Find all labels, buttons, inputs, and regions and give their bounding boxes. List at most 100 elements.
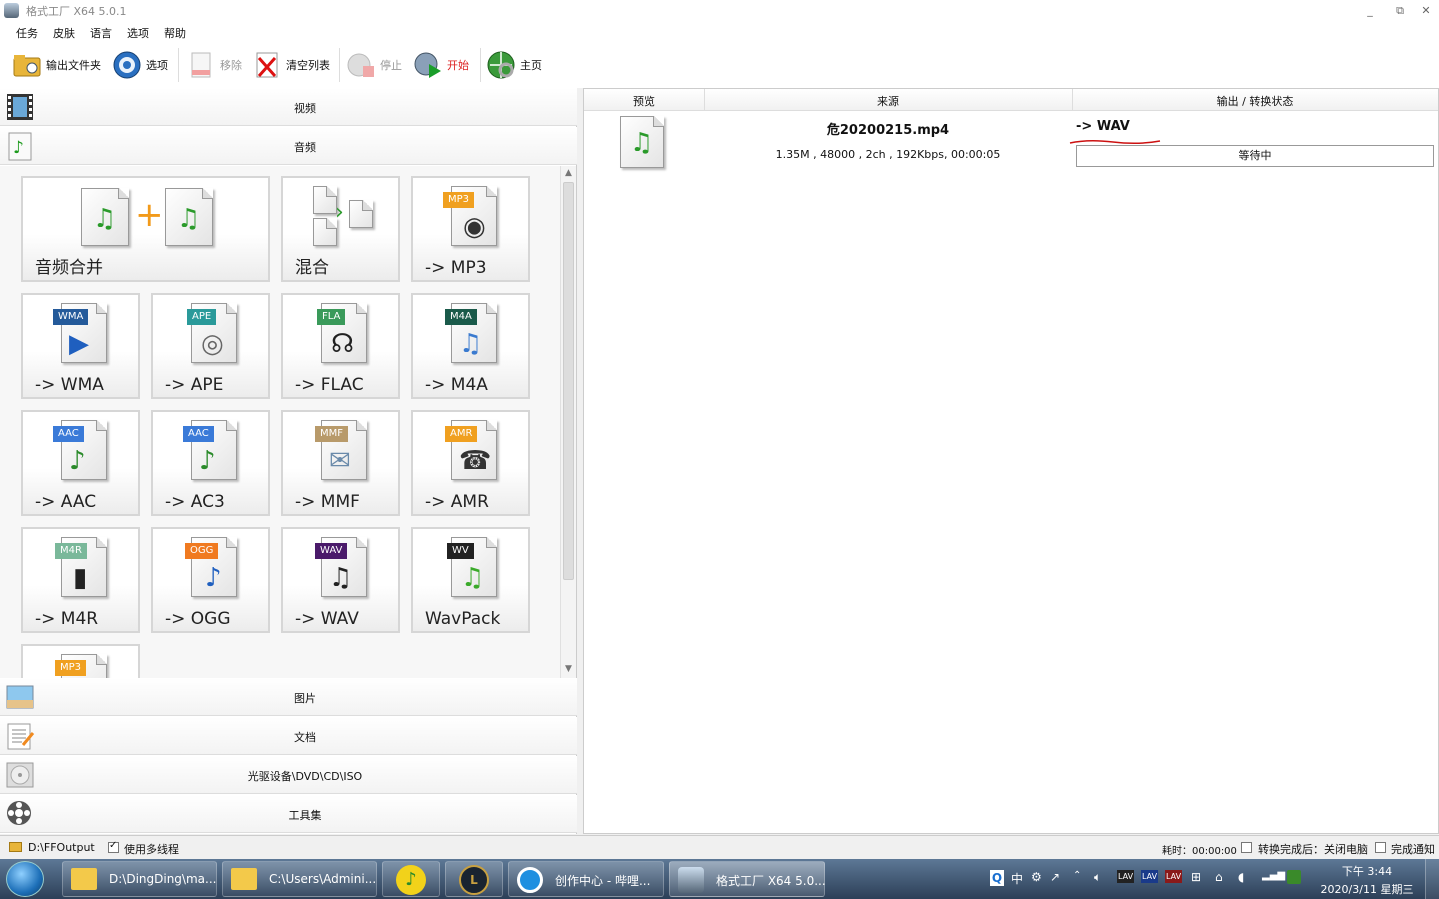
- audio-file-icon: [313, 218, 337, 246]
- start-button[interactable]: 开始: [413, 48, 469, 82]
- taskbar-item-format-factory[interactable]: 格式工厂 X64 5.0...: [669, 861, 826, 897]
- network-signal-icon[interactable]: ▂▄▆: [1262, 870, 1285, 881]
- menu-options[interactable]: 选项: [127, 25, 149, 41]
- tile-m4a[interactable]: M4A ♫ -> M4A: [411, 293, 530, 399]
- show-desktop-button[interactable]: [1425, 859, 1439, 899]
- taskbar-item-browser[interactable]: 创作中心 - 哔哩...: [508, 861, 664, 897]
- nvidia-icon[interactable]: [1287, 870, 1301, 884]
- taskbar: D:\DingDing\ma... C:\Users\Admini... ♪ L…: [0, 859, 1439, 899]
- clear-list-button[interactable]: 清空列表: [252, 48, 330, 82]
- play-circle-icon: ▶: [69, 329, 89, 359]
- scroll-thumb[interactable]: [563, 182, 574, 580]
- category-tools[interactable]: 工具集: [0, 795, 577, 833]
- tile-ape[interactable]: APE ◎ -> APE: [151, 293, 270, 399]
- tile-wma[interactable]: WMA ▶ -> WMA: [21, 293, 140, 399]
- menu-language[interactable]: 语言: [90, 25, 112, 41]
- notify-checkbox[interactable]: [1375, 842, 1386, 853]
- tile-mix[interactable]: › 混合: [281, 176, 400, 282]
- remove-icon: [186, 50, 216, 80]
- category-rom-device[interactable]: 光驱设备\DVD\CD\ISO: [0, 756, 577, 794]
- output-folder-button[interactable]: 输出文件夹: [12, 48, 101, 82]
- lav-audio-icon[interactable]: LAV: [1117, 870, 1135, 883]
- browser-icon: [517, 867, 543, 893]
- tile-aac[interactable]: AAC ♪ -> AAC: [21, 410, 140, 516]
- clock-time[interactable]: 下午 3:44: [1316, 863, 1418, 879]
- stop-button[interactable]: 停止: [346, 48, 402, 82]
- function-panel: 视频 ♪ 音频 ♫ + ♫ 音频合并 › 混合 MP3 ◉ -> MP3 WMA…: [0, 88, 577, 834]
- tiles-scrollbar[interactable]: ▲ ▼: [560, 166, 576, 678]
- category-image[interactable]: 图片: [0, 678, 577, 716]
- lav-video-icon[interactable]: LAV: [1141, 870, 1159, 883]
- tile-m4r[interactable]: M4R ▮ -> M4R: [21, 527, 140, 633]
- merge-arrow-icon: ›: [335, 200, 344, 225]
- usb-device-icon[interactable]: ⌂: [1215, 870, 1223, 884]
- ime-chinese-icon[interactable]: 中: [1011, 870, 1023, 887]
- taskbar-item-users-folder[interactable]: C:\Users\Admini...: [222, 861, 377, 897]
- source-filename: 危20200215.mp4: [826, 123, 950, 138]
- menu-bar: 任务 皮肤 语言 选项 帮助: [0, 22, 1439, 42]
- taskbar-item-game[interactable]: L: [445, 861, 503, 897]
- task-row[interactable]: ♫ 危20200215.mp4 1.35M , 48000 , 2ch , 19…: [584, 113, 1438, 173]
- game-icon: L: [459, 865, 489, 895]
- tile-mmf[interactable]: MMF ✉ -> MMF: [281, 410, 400, 516]
- options-button[interactable]: 选项: [112, 48, 168, 82]
- column-source[interactable]: 来源: [704, 93, 1072, 109]
- music-note-icon: ♫: [177, 204, 201, 234]
- after-complete-checkbox[interactable]: [1241, 842, 1252, 853]
- tray-expand-icon[interactable]: ⌃: [1073, 870, 1081, 881]
- maximize-button[interactable]: ⧉: [1387, 2, 1413, 20]
- task-list-panel: 预览 来源 输出 / 转换状态 ♫ 危20200215.mp4 1.35M , …: [583, 88, 1439, 834]
- category-audio[interactable]: ♪ 音频: [0, 127, 577, 165]
- volume-icon[interactable]: 🔈︎: [1094, 870, 1101, 885]
- lav-splitter-icon[interactable]: LAV: [1165, 870, 1183, 883]
- tile-ogg[interactable]: OGG ♪ -> OGG: [151, 527, 270, 633]
- scroll-down-icon[interactable]: ▼: [561, 662, 576, 677]
- menu-help[interactable]: 帮助: [164, 25, 186, 41]
- tile-wav[interactable]: WAV ♫ -> WAV: [281, 527, 400, 633]
- format-factory-icon: [678, 867, 704, 893]
- audio-tiles-grid: ♫ + ♫ 音频合并 › 混合 MP3 ◉ -> MP3 WMA ▶ -> WM…: [0, 166, 560, 678]
- music-app-icon: ♪: [396, 865, 426, 895]
- network-shield-icon[interactable]: ⊞: [1191, 870, 1201, 884]
- tile-mp3[interactable]: MP3 ◉ -> MP3: [411, 176, 530, 282]
- folder-icon: [12, 50, 42, 80]
- remove-button[interactable]: 移除: [186, 48, 242, 82]
- home-button[interactable]: 主页: [486, 48, 542, 82]
- ime-settings-icon[interactable]: ⚙: [1031, 870, 1042, 884]
- output-path[interactable]: D:\FFOutput: [28, 841, 95, 854]
- music-note-icon: ♪: [205, 563, 222, 593]
- multithread-checkbox[interactable]: [108, 840, 119, 853]
- tile-wavpack[interactable]: WV ♫ WavPack: [411, 527, 530, 633]
- menu-skin[interactable]: 皮肤: [53, 25, 75, 41]
- category-document[interactable]: 文档: [0, 717, 577, 755]
- speaker-icon: ♪: [69, 446, 86, 476]
- minimize-button[interactable]: _: [1357, 2, 1383, 20]
- music-note-icon: ♫: [461, 563, 485, 593]
- toolbar-divider: [480, 48, 481, 82]
- speaker-icon: ◎: [201, 329, 224, 359]
- speaker-volume-icon[interactable]: ◖: [1238, 870, 1244, 884]
- tile-amr[interactable]: AMR ☎ -> AMR: [411, 410, 530, 516]
- column-output-status[interactable]: 输出 / 转换状态: [1072, 93, 1438, 109]
- close-button[interactable]: ✕: [1413, 2, 1439, 20]
- speaker-icon: ◉: [463, 212, 486, 242]
- column-preview[interactable]: 预览: [584, 93, 704, 109]
- tile-mp3-extra[interactable]: MP3: [21, 644, 140, 678]
- ime-link-icon[interactable]: ↗: [1050, 870, 1060, 884]
- category-video[interactable]: 视频: [0, 88, 577, 126]
- menu-task[interactable]: 任务: [16, 25, 38, 41]
- tile-flac[interactable]: FLA ☊ -> FLAC: [281, 293, 400, 399]
- taskbar-item-music-app[interactable]: ♪: [382, 861, 440, 897]
- status-bar: D:\FFOutput 使用多线程 耗时：00:00:00 转换完成后：关闭电脑…: [0, 835, 1439, 859]
- scroll-up-icon[interactable]: ▲: [561, 166, 576, 181]
- start-orb-icon[interactable]: [6, 861, 44, 897]
- status-text: 等待中: [1238, 149, 1272, 162]
- gear-icon: [112, 50, 142, 80]
- audio-file-icon: [349, 200, 373, 228]
- toolbar-divider: [339, 48, 340, 82]
- taskbar-item-dingding-folder[interactable]: D:\DingDing\ma...: [62, 861, 217, 897]
- tile-audio-merge[interactable]: ♫ + ♫ 音频合并: [21, 176, 270, 282]
- qq-input-icon[interactable]: Q: [990, 870, 1004, 886]
- tile-ac3[interactable]: AAC ♪ -> AC3: [151, 410, 270, 516]
- clock-date[interactable]: 2020/3/11 星期三: [1316, 881, 1418, 897]
